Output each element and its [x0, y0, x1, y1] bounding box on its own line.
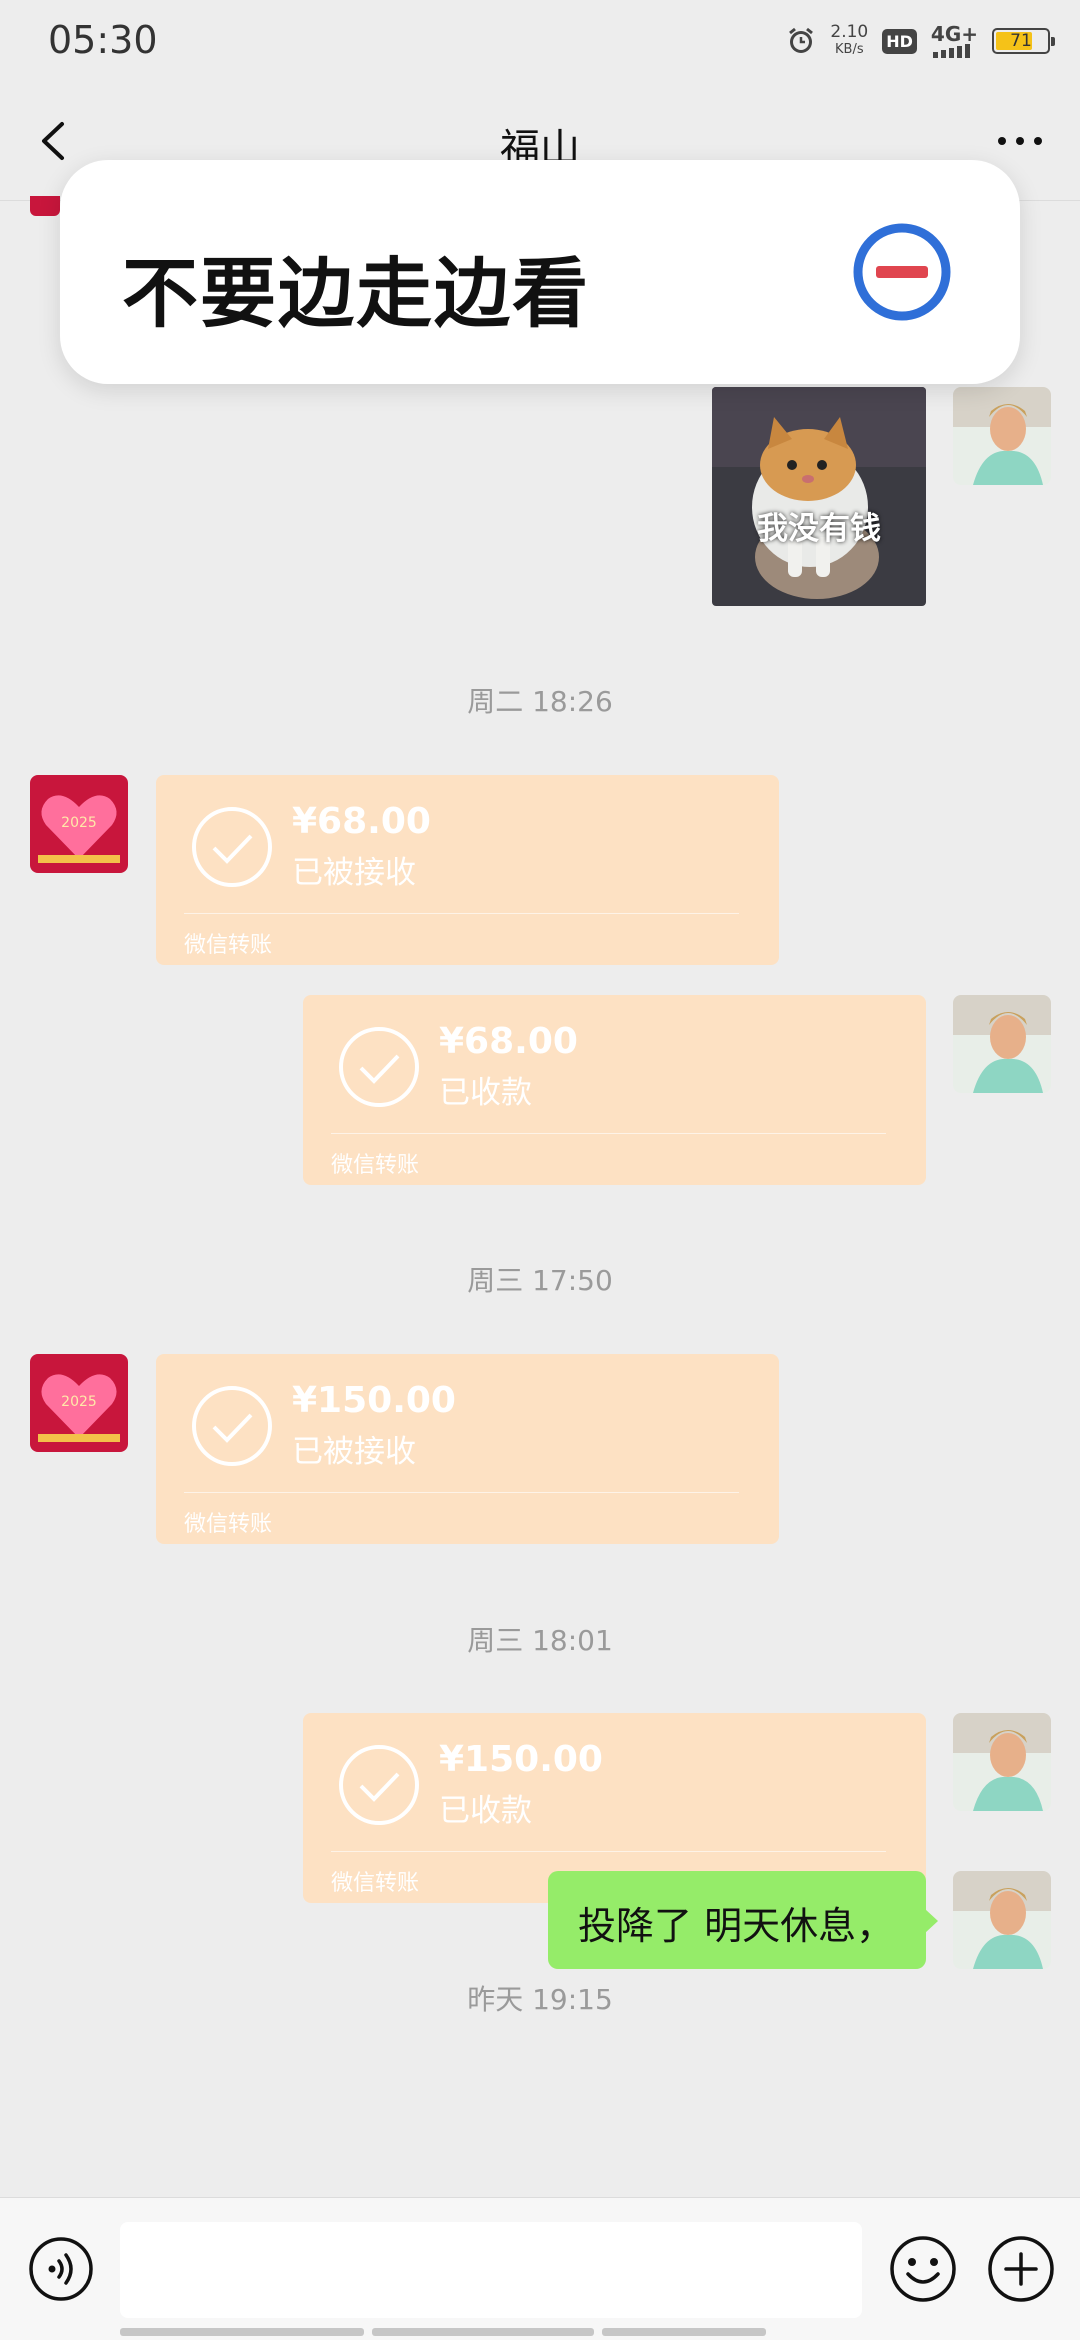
- avatar-left-partial[interactable]: [30, 196, 60, 216]
- minus-circle-icon[interactable]: [852, 222, 952, 322]
- transfer-amount: ¥68.00: [439, 1021, 578, 1062]
- check-circle-icon: [339, 1027, 419, 1107]
- keyboard-strip: [372, 2328, 594, 2336]
- check-circle-icon: [339, 1745, 419, 1825]
- time-label: 周三 17:50: [467, 1264, 613, 1297]
- keyboard-strip: [120, 2328, 364, 2336]
- chat-screen: 05:30 2.10 KB/s HD 4G+ 71 福山 不要边走边看 我没有钱…: [0, 0, 1080, 2340]
- transfer-footer: 微信转账: [184, 1512, 273, 1537]
- divider: [184, 1492, 739, 1493]
- transfer-footer: 微信转账: [331, 1871, 420, 1896]
- keyboard-handle[interactable]: [120, 2328, 960, 2336]
- message-input[interactable]: [120, 2222, 862, 2318]
- divider: [331, 1133, 886, 1134]
- cat-sticker-icon: [712, 387, 926, 606]
- divider: [184, 913, 739, 914]
- more-icon[interactable]: [990, 116, 1050, 166]
- banner-text: 不要边走边看: [122, 249, 590, 338]
- alarm-icon: [789, 27, 814, 53]
- check-circle-icon: [192, 1386, 272, 1466]
- my-avatar[interactable]: [953, 1871, 1051, 1969]
- signal-icon: [932, 44, 970, 58]
- transfer-amount: ¥150.00: [439, 1739, 603, 1780]
- keyboard-strip: [602, 2328, 766, 2336]
- hd-badge: HD: [882, 28, 917, 54]
- divider: [331, 1851, 886, 1852]
- my-text-message[interactable]: 投降了 明天休息，: [548, 1871, 938, 1969]
- time-label: 周三 18:01: [467, 1624, 613, 1657]
- sticker-image[interactable]: 我没有钱: [712, 387, 926, 606]
- transfer-status: 已被接收: [292, 1434, 416, 1470]
- transfer-amount: ¥150.00: [292, 1380, 456, 1421]
- time-label: 昨天 19:15: [467, 1983, 613, 2016]
- voice-icon[interactable]: [28, 2236, 94, 2302]
- battery-icon: 71: [992, 28, 1055, 54]
- transfer-status: 已收款: [439, 1075, 532, 1111]
- my-avatar[interactable]: [953, 995, 1051, 1093]
- svg-text:2025: 2025: [61, 1394, 97, 1410]
- check-circle-icon: [192, 807, 272, 887]
- plus-icon[interactable]: [986, 2234, 1056, 2304]
- battery-level: 71: [1010, 31, 1032, 51]
- transfer-footer: 微信转账: [184, 933, 273, 958]
- contact-avatar[interactable]: 2025: [30, 1354, 128, 1452]
- transfer-status: 已收款: [439, 1793, 532, 1829]
- transfer-card[interactable]: ¥150.00 已被接收 微信转账: [156, 1354, 779, 1544]
- safety-banner[interactable]: 不要边走边看: [60, 160, 1020, 384]
- speed-value: 2.10: [830, 22, 869, 42]
- time-label: 周二 18:26: [467, 685, 613, 718]
- svg-text:2025: 2025: [61, 815, 97, 831]
- network-speed: 2.10 KB/s: [830, 24, 868, 58]
- sticker-caption: 我没有钱: [757, 511, 881, 547]
- transfer-amount: ¥68.00: [292, 801, 431, 842]
- my-avatar[interactable]: [953, 387, 1051, 485]
- signal-indicator: 4G+: [931, 24, 978, 58]
- status-icons: 2.10 KB/s HD 4G+ 71: [786, 20, 1055, 62]
- input-bar: [0, 2197, 1080, 2340]
- speed-unit: KB/s: [835, 42, 864, 57]
- transfer-footer: 微信转账: [331, 1153, 420, 1178]
- transfer-status: 已被接收: [292, 855, 416, 891]
- transfer-card[interactable]: ¥68.00 已被接收 微信转账: [156, 775, 779, 965]
- my-avatar[interactable]: [953, 1713, 1051, 1811]
- emoji-icon[interactable]: [888, 2234, 958, 2304]
- contact-avatar[interactable]: 2025: [30, 775, 128, 873]
- network-type: 4G+: [930, 22, 978, 46]
- transfer-card[interactable]: ¥68.00 已收款 微信转账: [303, 995, 926, 1185]
- status-bar: 05:30 2.10 KB/s HD 4G+ 71: [0, 0, 1080, 80]
- status-time: 05:30: [48, 18, 158, 62]
